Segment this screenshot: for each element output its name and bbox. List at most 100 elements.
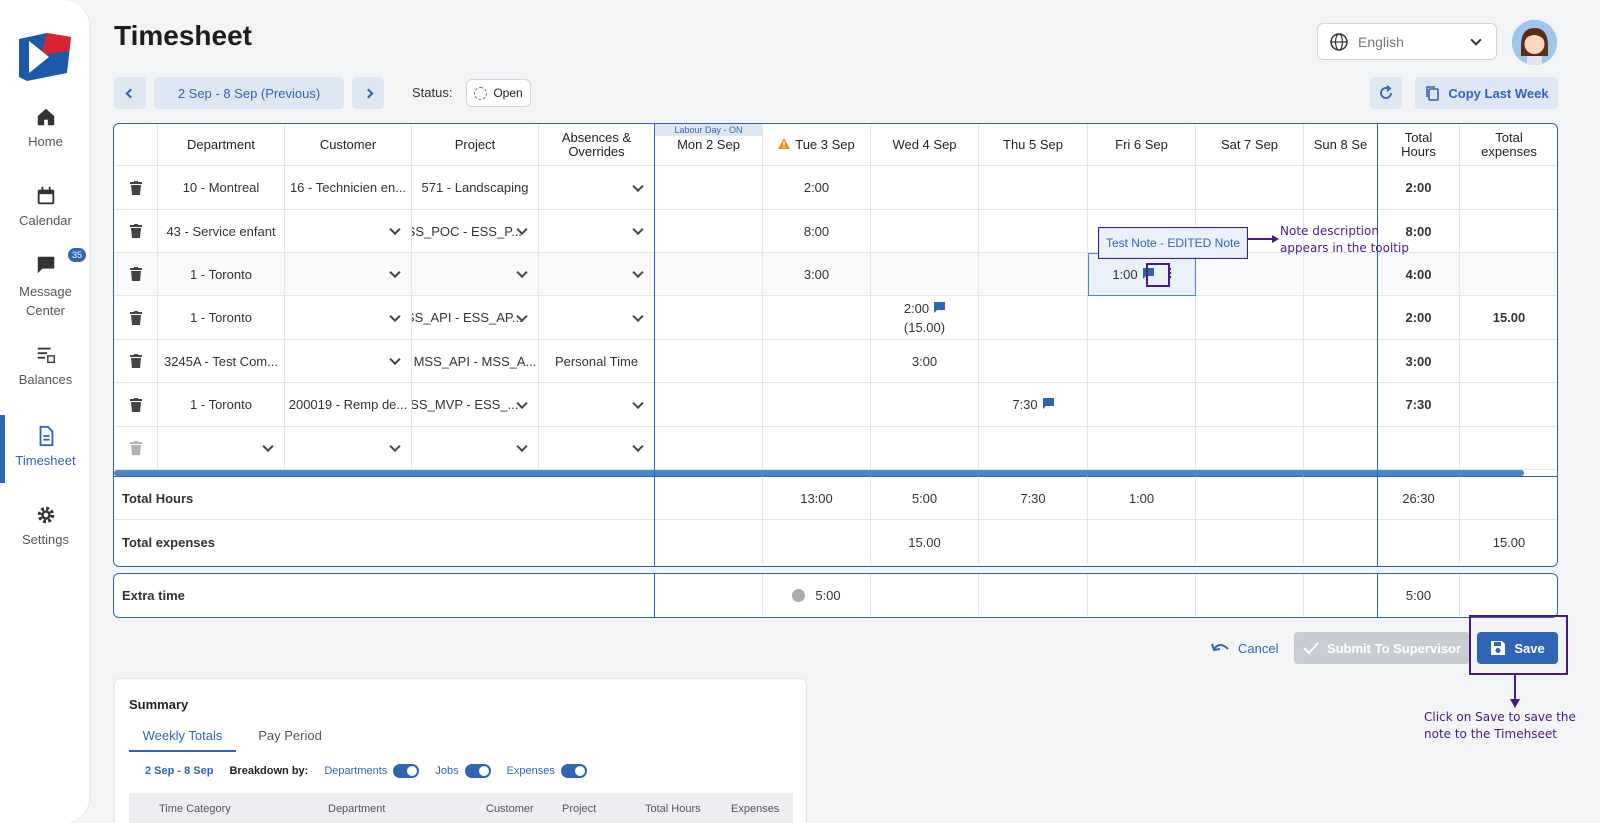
nav-settings[interactable]: Settings: [0, 504, 91, 547]
delete-row-button[interactable]: [114, 253, 158, 296]
cell-abs[interactable]: [539, 166, 655, 210]
cell-sun[interactable]: [1304, 296, 1378, 340]
toggle-switch[interactable]: [393, 764, 420, 778]
cell-sat[interactable]: [1196, 383, 1304, 427]
cell-sun[interactable]: [1304, 253, 1378, 296]
cell-mon[interactable]: [655, 296, 763, 340]
cell-dept[interactable]: 1 - Toronto: [158, 296, 285, 340]
toggle-departments[interactable]: Departments: [324, 764, 420, 778]
cell-sat[interactable]: [1196, 253, 1304, 296]
submit-to-supervisor-button[interactable]: Submit To Supervisor: [1294, 632, 1470, 664]
period-selector[interactable]: 2 Sep - 8 Sep (Previous): [154, 77, 344, 109]
cell-tue[interactable]: [763, 296, 871, 340]
cell-cust[interactable]: [285, 253, 412, 296]
toggle-jobs[interactable]: Jobs: [435, 764, 491, 778]
new-row-cell[interactable]: [1088, 427, 1196, 470]
avatar[interactable]: [1512, 20, 1557, 65]
cell-fri[interactable]: [1088, 166, 1196, 210]
cell-fri[interactable]: [1088, 383, 1196, 427]
cell-sun[interactable]: [1304, 166, 1378, 210]
new-row-select[interactable]: [539, 427, 655, 470]
prev-week-button[interactable]: [114, 77, 146, 109]
cell-cust[interactable]: 200019 - Remp de...: [285, 383, 412, 427]
cancel-button[interactable]: Cancel: [1210, 632, 1278, 664]
cell-sun[interactable]: [1304, 340, 1378, 383]
cell-thu[interactable]: [979, 166, 1088, 210]
cell-thu[interactable]: [979, 296, 1088, 340]
delete-row-button[interactable]: [114, 383, 158, 427]
nav-timesheet[interactable]: Timesheet: [0, 415, 91, 483]
new-row-cell[interactable]: [655, 427, 763, 470]
cell-tue[interactable]: 2:00: [763, 166, 871, 210]
cell-proj[interactable]: ESS_API - ESS_AP...: [412, 296, 539, 340]
cell-wed[interactable]: [871, 166, 979, 210]
cell-thu[interactable]: [979, 340, 1088, 383]
new-row-select[interactable]: [285, 427, 412, 470]
new-row-cell[interactable]: [763, 427, 871, 470]
cell-abs[interactable]: [539, 253, 655, 296]
delete-row-button[interactable]: [114, 210, 158, 253]
cell-dept[interactable]: 10 - Montreal: [158, 166, 285, 210]
refresh-button[interactable]: [1370, 77, 1402, 109]
cell-tue[interactable]: 3:00: [763, 253, 871, 296]
tab-pay-period[interactable]: Pay Period: [250, 726, 330, 752]
cell-tue[interactable]: [763, 340, 871, 383]
cell-wed[interactable]: [871, 383, 979, 427]
cell-mon[interactable]: [655, 383, 763, 427]
cell-proj[interactable]: ESS_MVP - ESS_...: [412, 383, 539, 427]
cell-sat[interactable]: [1196, 340, 1304, 383]
cell-sat[interactable]: [1196, 166, 1304, 210]
cell-dept[interactable]: 3245A - Test Com...: [158, 340, 285, 383]
note-icon[interactable]: [1042, 397, 1054, 412]
new-row-select[interactable]: [158, 427, 285, 470]
new-row-cell[interactable]: [979, 427, 1088, 470]
cell-proj[interactable]: 571 - Landscaping: [412, 166, 539, 210]
toggle-switch[interactable]: [560, 764, 587, 778]
cell-wed[interactable]: [871, 253, 979, 296]
nav-message-center[interactable]: 35 Message Center: [0, 248, 91, 320]
toggle-expenses[interactable]: Expenses: [507, 764, 587, 778]
cell-abs[interactable]: [539, 383, 655, 427]
cell-mon[interactable]: [655, 166, 763, 210]
cell-wed[interactable]: [871, 210, 979, 253]
delete-row-button[interactable]: [114, 166, 158, 210]
cell-sun[interactable]: [1304, 383, 1378, 427]
cell-mon[interactable]: [655, 210, 763, 253]
cell-fri[interactable]: [1088, 296, 1196, 340]
next-week-button[interactable]: [352, 77, 384, 109]
cell-cust[interactable]: [285, 210, 412, 253]
new-row-cell[interactable]: [871, 427, 979, 470]
cell-dept[interactable]: 1 - Toronto: [158, 253, 285, 296]
cell-mon[interactable]: [655, 340, 763, 383]
delete-row-button[interactable]: [114, 296, 158, 340]
nav-balances[interactable]: Balances: [0, 344, 91, 387]
extra-tue[interactable]: 5:00: [763, 574, 871, 617]
cell-thu[interactable]: [979, 253, 1088, 296]
cell-tue[interactable]: [763, 383, 871, 427]
cell-wed[interactable]: 2:00 (15.00): [871, 296, 979, 340]
cell-fri[interactable]: [1088, 340, 1196, 383]
new-row-cell[interactable]: [1460, 427, 1557, 470]
cell-mon[interactable]: [655, 253, 763, 296]
new-row-cell[interactable]: [1378, 427, 1460, 470]
cell-dept[interactable]: 1 - Toronto: [158, 383, 285, 427]
new-row-cell[interactable]: [1196, 427, 1304, 470]
cell-wed[interactable]: 3:00: [871, 340, 979, 383]
cell-fri[interactable]: 1:00: [1088, 253, 1196, 296]
nav-home[interactable]: Home: [0, 106, 91, 149]
copy-last-week-button[interactable]: Copy Last Week: [1415, 77, 1558, 109]
cell-sat[interactable]: [1196, 296, 1304, 340]
tab-weekly-totals[interactable]: Weekly Totals: [129, 726, 236, 752]
toggle-switch[interactable]: [464, 764, 491, 778]
cell-abs[interactable]: Personal Time: [539, 340, 655, 383]
cell-proj[interactable]: [412, 253, 539, 296]
nav-calendar[interactable]: Calendar: [0, 185, 91, 228]
cell-tue[interactable]: 8:00: [763, 210, 871, 253]
new-row-select[interactable]: [412, 427, 539, 470]
cell-proj[interactable]: ESS_POC - ESS_P...: [412, 210, 539, 253]
cell-dept[interactable]: 43 - Service enfant: [158, 210, 285, 253]
cell-abs[interactable]: [539, 296, 655, 340]
cell-thu[interactable]: 7:30: [979, 383, 1088, 427]
cell-cust[interactable]: [285, 296, 412, 340]
cell-cust[interactable]: 16 - Technicien en...: [285, 166, 412, 210]
